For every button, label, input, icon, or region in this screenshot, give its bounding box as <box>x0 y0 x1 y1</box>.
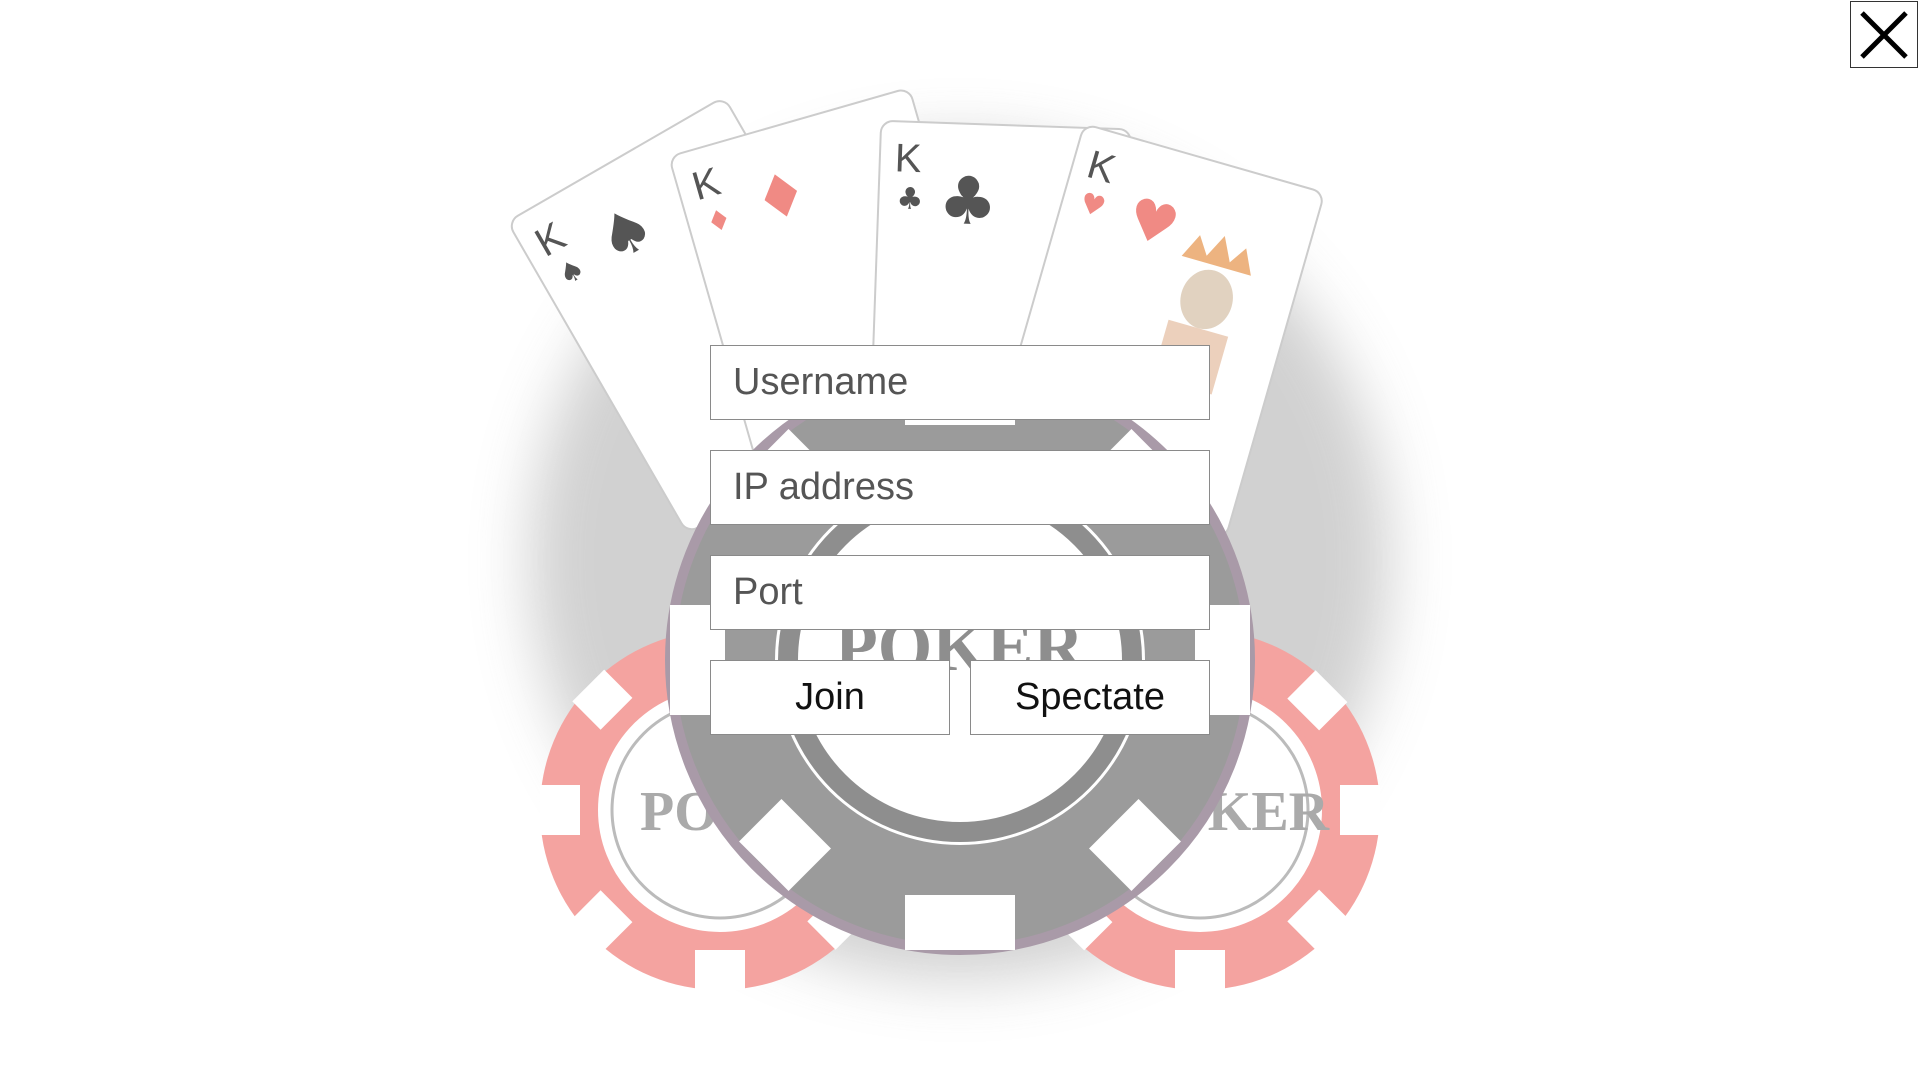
username-input[interactable] <box>710 345 1210 420</box>
port-input[interactable] <box>710 555 1210 630</box>
poker-background-art: K ♠ ♠ K ♦ ♦ K ♣ ♣ K ♥ ♥ POKER POKER <box>510 89 1390 990</box>
ip-address-input[interactable] <box>710 450 1210 525</box>
close-icon <box>1860 10 1908 59</box>
join-game-screen: K ♠ ♠ K ♦ ♦ K ♣ ♣ K ♥ ♥ POKER POKER User… <box>0 0 1920 1080</box>
svg-text:♣: ♣ <box>937 162 999 241</box>
svg-text:♣: ♣ <box>896 181 924 217</box>
spectate-button[interactable]: Spectate <box>970 660 1210 735</box>
svg-text:K: K <box>894 136 923 181</box>
close-button[interactable] <box>1850 1 1918 68</box>
join-button[interactable]: Join <box>710 660 950 735</box>
